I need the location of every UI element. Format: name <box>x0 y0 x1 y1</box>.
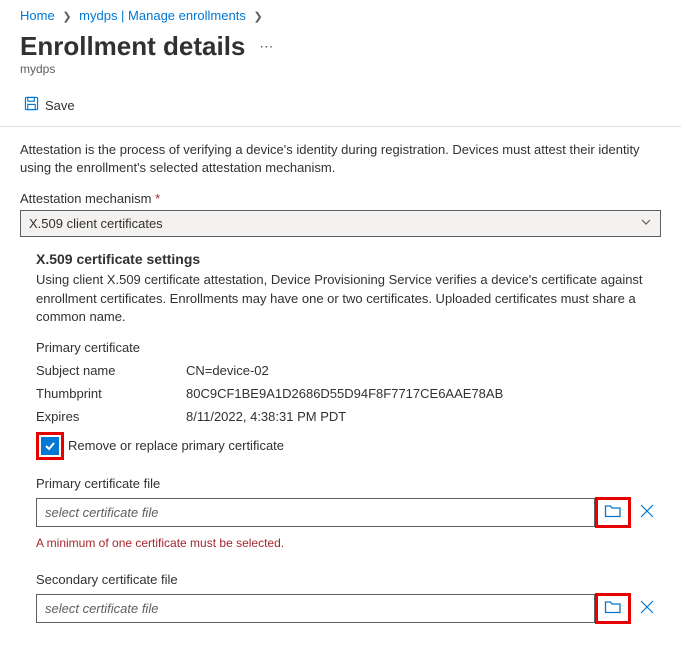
close-icon <box>639 599 655 618</box>
expires-label: Expires <box>36 409 186 424</box>
secondary-cert-clear-button[interactable] <box>633 595 661 622</box>
secondary-cert-file-input[interactable]: select certificate file <box>36 594 595 623</box>
subject-name-label: Subject name <box>36 363 186 378</box>
thumbprint-label: Thumbprint <box>36 386 186 401</box>
intro-text: Attestation is the process of verifying … <box>20 141 661 177</box>
remove-replace-checkbox[interactable] <box>41 437 59 455</box>
breadcrumb-manage-enrollments[interactable]: mydps | Manage enrollments <box>79 8 246 23</box>
subject-name-value: CN=device-02 <box>186 363 661 378</box>
expires-value: 8/11/2022, 4:38:31 PM PDT <box>186 409 661 424</box>
breadcrumb: Home ❯ mydps | Manage enrollments ❯ <box>0 0 681 27</box>
primary-cert-browse-button[interactable] <box>600 501 626 524</box>
primary-certificate-heading: Primary certificate <box>36 340 661 355</box>
folder-icon <box>604 503 622 522</box>
secondary-cert-browse-button[interactable] <box>600 597 626 620</box>
toolbar: Save <box>0 84 681 127</box>
secondary-cert-file-label: Secondary certificate file <box>36 572 661 587</box>
save-label: Save <box>45 98 75 113</box>
chevron-down-icon <box>640 216 652 231</box>
chevron-right-icon: ❯ <box>62 11 71 23</box>
x509-settings-heading: X.509 certificate settings <box>36 251 661 267</box>
save-button[interactable]: Save <box>20 92 79 118</box>
x509-settings-description: Using client X.509 certificate attestati… <box>36 271 661 326</box>
folder-icon <box>604 599 622 618</box>
thumbprint-value: 80C9CF1BE9A1D2686D55D94F8F7717CE6AAE78AB <box>186 386 661 401</box>
primary-cert-clear-button[interactable] <box>633 499 661 526</box>
save-icon <box>24 96 39 114</box>
more-actions-button[interactable]: ⋯ <box>259 38 273 55</box>
page-title: Enrollment details <box>20 31 245 62</box>
breadcrumb-home[interactable]: Home <box>20 8 55 23</box>
primary-cert-file-input[interactable]: select certificate file <box>36 498 595 527</box>
remove-replace-label: Remove or replace primary certificate <box>68 438 284 453</box>
attestation-value: X.509 client certificates <box>29 216 163 231</box>
attestation-mechanism-select[interactable]: X.509 client certificates <box>20 210 661 237</box>
close-icon <box>639 503 655 522</box>
attestation-label: Attestation mechanism * <box>20 191 661 206</box>
page-subtitle: mydps <box>0 62 681 84</box>
primary-cert-file-label: Primary certificate file <box>36 476 661 491</box>
certificate-error-text: A minimum of one certificate must be sel… <box>36 536 661 550</box>
chevron-right-icon: ❯ <box>253 11 262 23</box>
